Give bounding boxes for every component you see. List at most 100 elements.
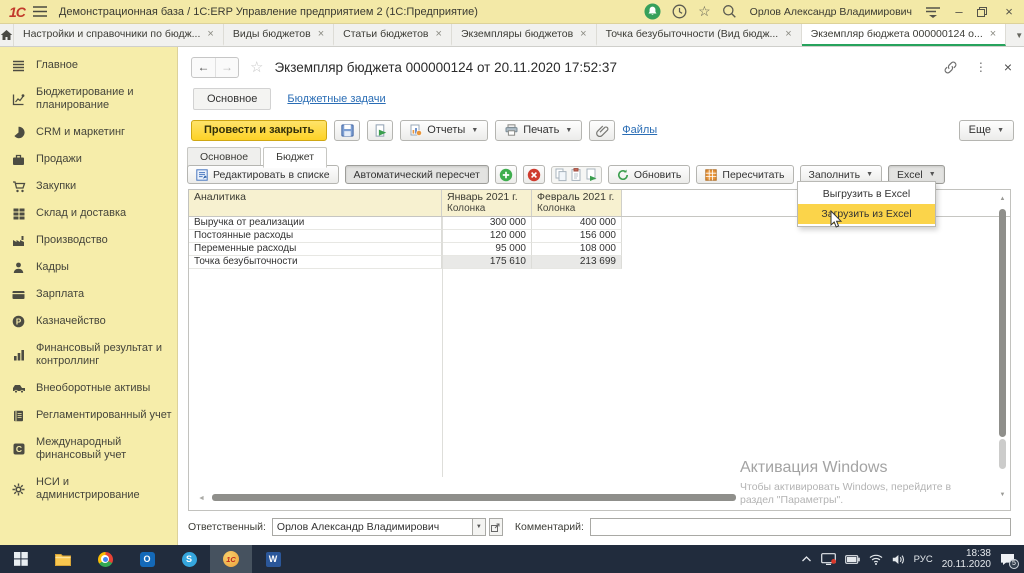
post-and-close-button[interactable]: Провести и закрыть: [191, 120, 327, 141]
copy-icon[interactable]: [555, 168, 568, 182]
service-menu-icon[interactable]: [925, 6, 941, 18]
tab-budget-instances[interactable]: Экземпляры бюджетов ×: [452, 24, 597, 46]
files-link[interactable]: Файлы: [622, 124, 657, 136]
sidebar-item-production[interactable]: Производство: [0, 227, 177, 254]
main-menu-icon[interactable]: [33, 6, 47, 17]
back-button[interactable]: ←: [192, 58, 215, 77]
nav-tab-main[interactable]: Основное: [193, 88, 271, 110]
comment-field[interactable]: [590, 518, 1011, 536]
sidebar-item-main[interactable]: Главное: [0, 52, 177, 79]
tab-settings-budget[interactable]: Настройки и справочники по бюдж... ×: [14, 24, 224, 46]
tab-close-icon[interactable]: ×: [785, 28, 791, 40]
scroll-down-icon[interactable]: ▼: [998, 492, 1007, 498]
tab-close-icon[interactable]: ×: [580, 28, 586, 40]
sidebar-item-sales[interactable]: Продажи: [0, 146, 177, 173]
vertical-scroll-thumb[interactable]: [999, 209, 1006, 437]
row-jan-cell[interactable]: 95 000: [442, 243, 532, 256]
keyboard-language[interactable]: РУС: [914, 554, 933, 565]
add-row-button[interactable]: [495, 165, 517, 184]
paste-icon[interactable]: [570, 168, 583, 182]
tray-battery-icon[interactable]: [845, 555, 860, 564]
page-tab-budget[interactable]: Бюджет: [263, 147, 327, 168]
sidebar-item-hr[interactable]: Кадры: [0, 254, 177, 281]
row-feb-cell[interactable]: 108 000: [532, 243, 622, 256]
favorites-star-icon[interactable]: ☆: [698, 3, 711, 20]
word-icon[interactable]: W: [252, 545, 294, 573]
minimize-button[interactable]: –: [952, 4, 966, 19]
sidebar-item-payroll[interactable]: Зарплата: [0, 281, 177, 308]
tab-close-icon[interactable]: ×: [207, 28, 213, 40]
get-link-icon[interactable]: [943, 60, 958, 75]
sidebar-item-ifrs[interactable]: C Международный финансовый учет: [0, 429, 177, 469]
table-row-breakeven[interactable]: Точка безубыточности 175 610 213 699: [189, 256, 1010, 269]
current-user[interactable]: Орлов Александр Владимирович: [750, 6, 912, 18]
tray-display-icon[interactable]: [821, 553, 836, 565]
row-name-cell[interactable]: Выручка от реализации: [189, 217, 442, 230]
print-button[interactable]: Печать ▼: [495, 120, 582, 141]
row-feb-cell[interactable]: 156 000: [532, 230, 622, 243]
row-name-cell[interactable]: Переменные расходы: [189, 243, 442, 256]
table-row-variable-costs[interactable]: Переменные расходы 95 000 108 000: [189, 243, 1010, 256]
restore-button[interactable]: [977, 7, 991, 17]
skype-icon[interactable]: S: [168, 545, 210, 573]
tray-volume-icon[interactable]: [892, 554, 905, 565]
delete-row-button[interactable]: [523, 165, 545, 184]
tab-budget-items[interactable]: Статьи бюджетов ×: [334, 24, 452, 46]
tab-close-icon[interactable]: ×: [318, 28, 324, 40]
refresh-button[interactable]: Обновить: [608, 165, 691, 184]
sidebar-item-regulated-accounting[interactable]: Регламентированный учет: [0, 402, 177, 429]
taskbar-clock[interactable]: 18:38 20.11.2020: [942, 548, 991, 570]
sidebar-item-treasury[interactable]: Р Казначейство: [0, 308, 177, 335]
row-feb-cell[interactable]: 213 699: [532, 256, 622, 269]
sidebar-item-nsi-admin[interactable]: НСИ и администрирование: [0, 469, 177, 509]
table-row-fixed-costs[interactable]: Постоянные расходы 120 000 156 000: [189, 230, 1010, 243]
more-button[interactable]: Еще ▼: [959, 120, 1014, 141]
row-feb-cell[interactable]: 400 000: [532, 217, 622, 230]
row-jan-cell[interactable]: 300 000: [442, 217, 532, 230]
chrome-icon[interactable]: [84, 545, 126, 573]
sidebar-item-purchasing[interactable]: Закупки: [0, 173, 177, 200]
horizontal-scroll-thumb[interactable]: [212, 494, 736, 501]
home-tab[interactable]: [0, 24, 14, 46]
sidebar-item-budgeting[interactable]: Бюджетирование и планирование: [0, 79, 177, 119]
row-name-cell[interactable]: Постоянные расходы: [189, 230, 442, 243]
tab-close-icon[interactable]: ×: [990, 28, 996, 40]
reports-button[interactable]: Отчеты ▼: [400, 120, 488, 141]
action-center-icon[interactable]: 5: [1000, 553, 1015, 566]
menu-item-export-excel[interactable]: Выгрузить в Excel: [798, 184, 935, 204]
tray-wifi-icon[interactable]: [869, 554, 883, 565]
recalculate-button[interactable]: Пересчитать: [696, 165, 793, 184]
outlook-icon[interactable]: O: [126, 545, 168, 573]
paste-special-icon[interactable]: [585, 168, 598, 182]
1c-app-icon[interactable]: 1С: [210, 545, 252, 573]
tab-budget-kinds[interactable]: Виды бюджетов ×: [224, 24, 334, 46]
tab-budget-instance-124[interactable]: Экземпляр бюджета 000000124 о... ×: [802, 24, 1007, 46]
forward-button[interactable]: →: [215, 58, 238, 77]
sidebar-item-finresult[interactable]: Финансовый результат и контроллинг: [0, 335, 177, 375]
nav-tab-budget-tasks[interactable]: Бюджетные задачи: [287, 93, 385, 105]
attachment-button[interactable]: [589, 120, 615, 141]
favorite-star-icon[interactable]: ☆: [250, 58, 263, 76]
tab-breakeven-point[interactable]: Точка безубыточности (Вид бюдж... ×: [597, 24, 802, 46]
responsible-field[interactable]: [272, 518, 472, 536]
start-button[interactable]: [0, 545, 42, 573]
history-icon[interactable]: [672, 4, 687, 19]
tab-list-chevron-icon[interactable]: ▼: [1006, 24, 1024, 46]
sidebar-item-warehouse[interactable]: Склад и доставка: [0, 200, 177, 227]
sidebar-item-fixed-assets[interactable]: Внеоборотные активы: [0, 375, 177, 402]
menu-item-import-excel[interactable]: Загрузить из Excel: [798, 204, 935, 224]
save-button[interactable]: [334, 120, 360, 141]
responsible-dropdown-button[interactable]: ▼: [472, 518, 486, 536]
row-jan-cell[interactable]: 175 610: [442, 256, 532, 269]
row-name-cell[interactable]: Точка безубыточности: [189, 256, 442, 269]
search-icon[interactable]: [722, 4, 737, 19]
sidebar-item-crm[interactable]: CRM и маркетинг: [0, 119, 177, 146]
close-window-button[interactable]: ×: [1002, 4, 1016, 19]
vertical-scrollbar[interactable]: ▲ ▼: [998, 196, 1007, 498]
tab-close-icon[interactable]: ×: [436, 28, 442, 40]
more-options-icon[interactable]: ⋮: [975, 60, 987, 74]
row-jan-cell[interactable]: 120 000: [442, 230, 532, 243]
file-explorer-icon[interactable]: [42, 545, 84, 573]
tray-chevron-up-icon[interactable]: [801, 555, 812, 563]
auto-recalc-toggle[interactable]: Автоматический пересчет: [345, 165, 489, 184]
